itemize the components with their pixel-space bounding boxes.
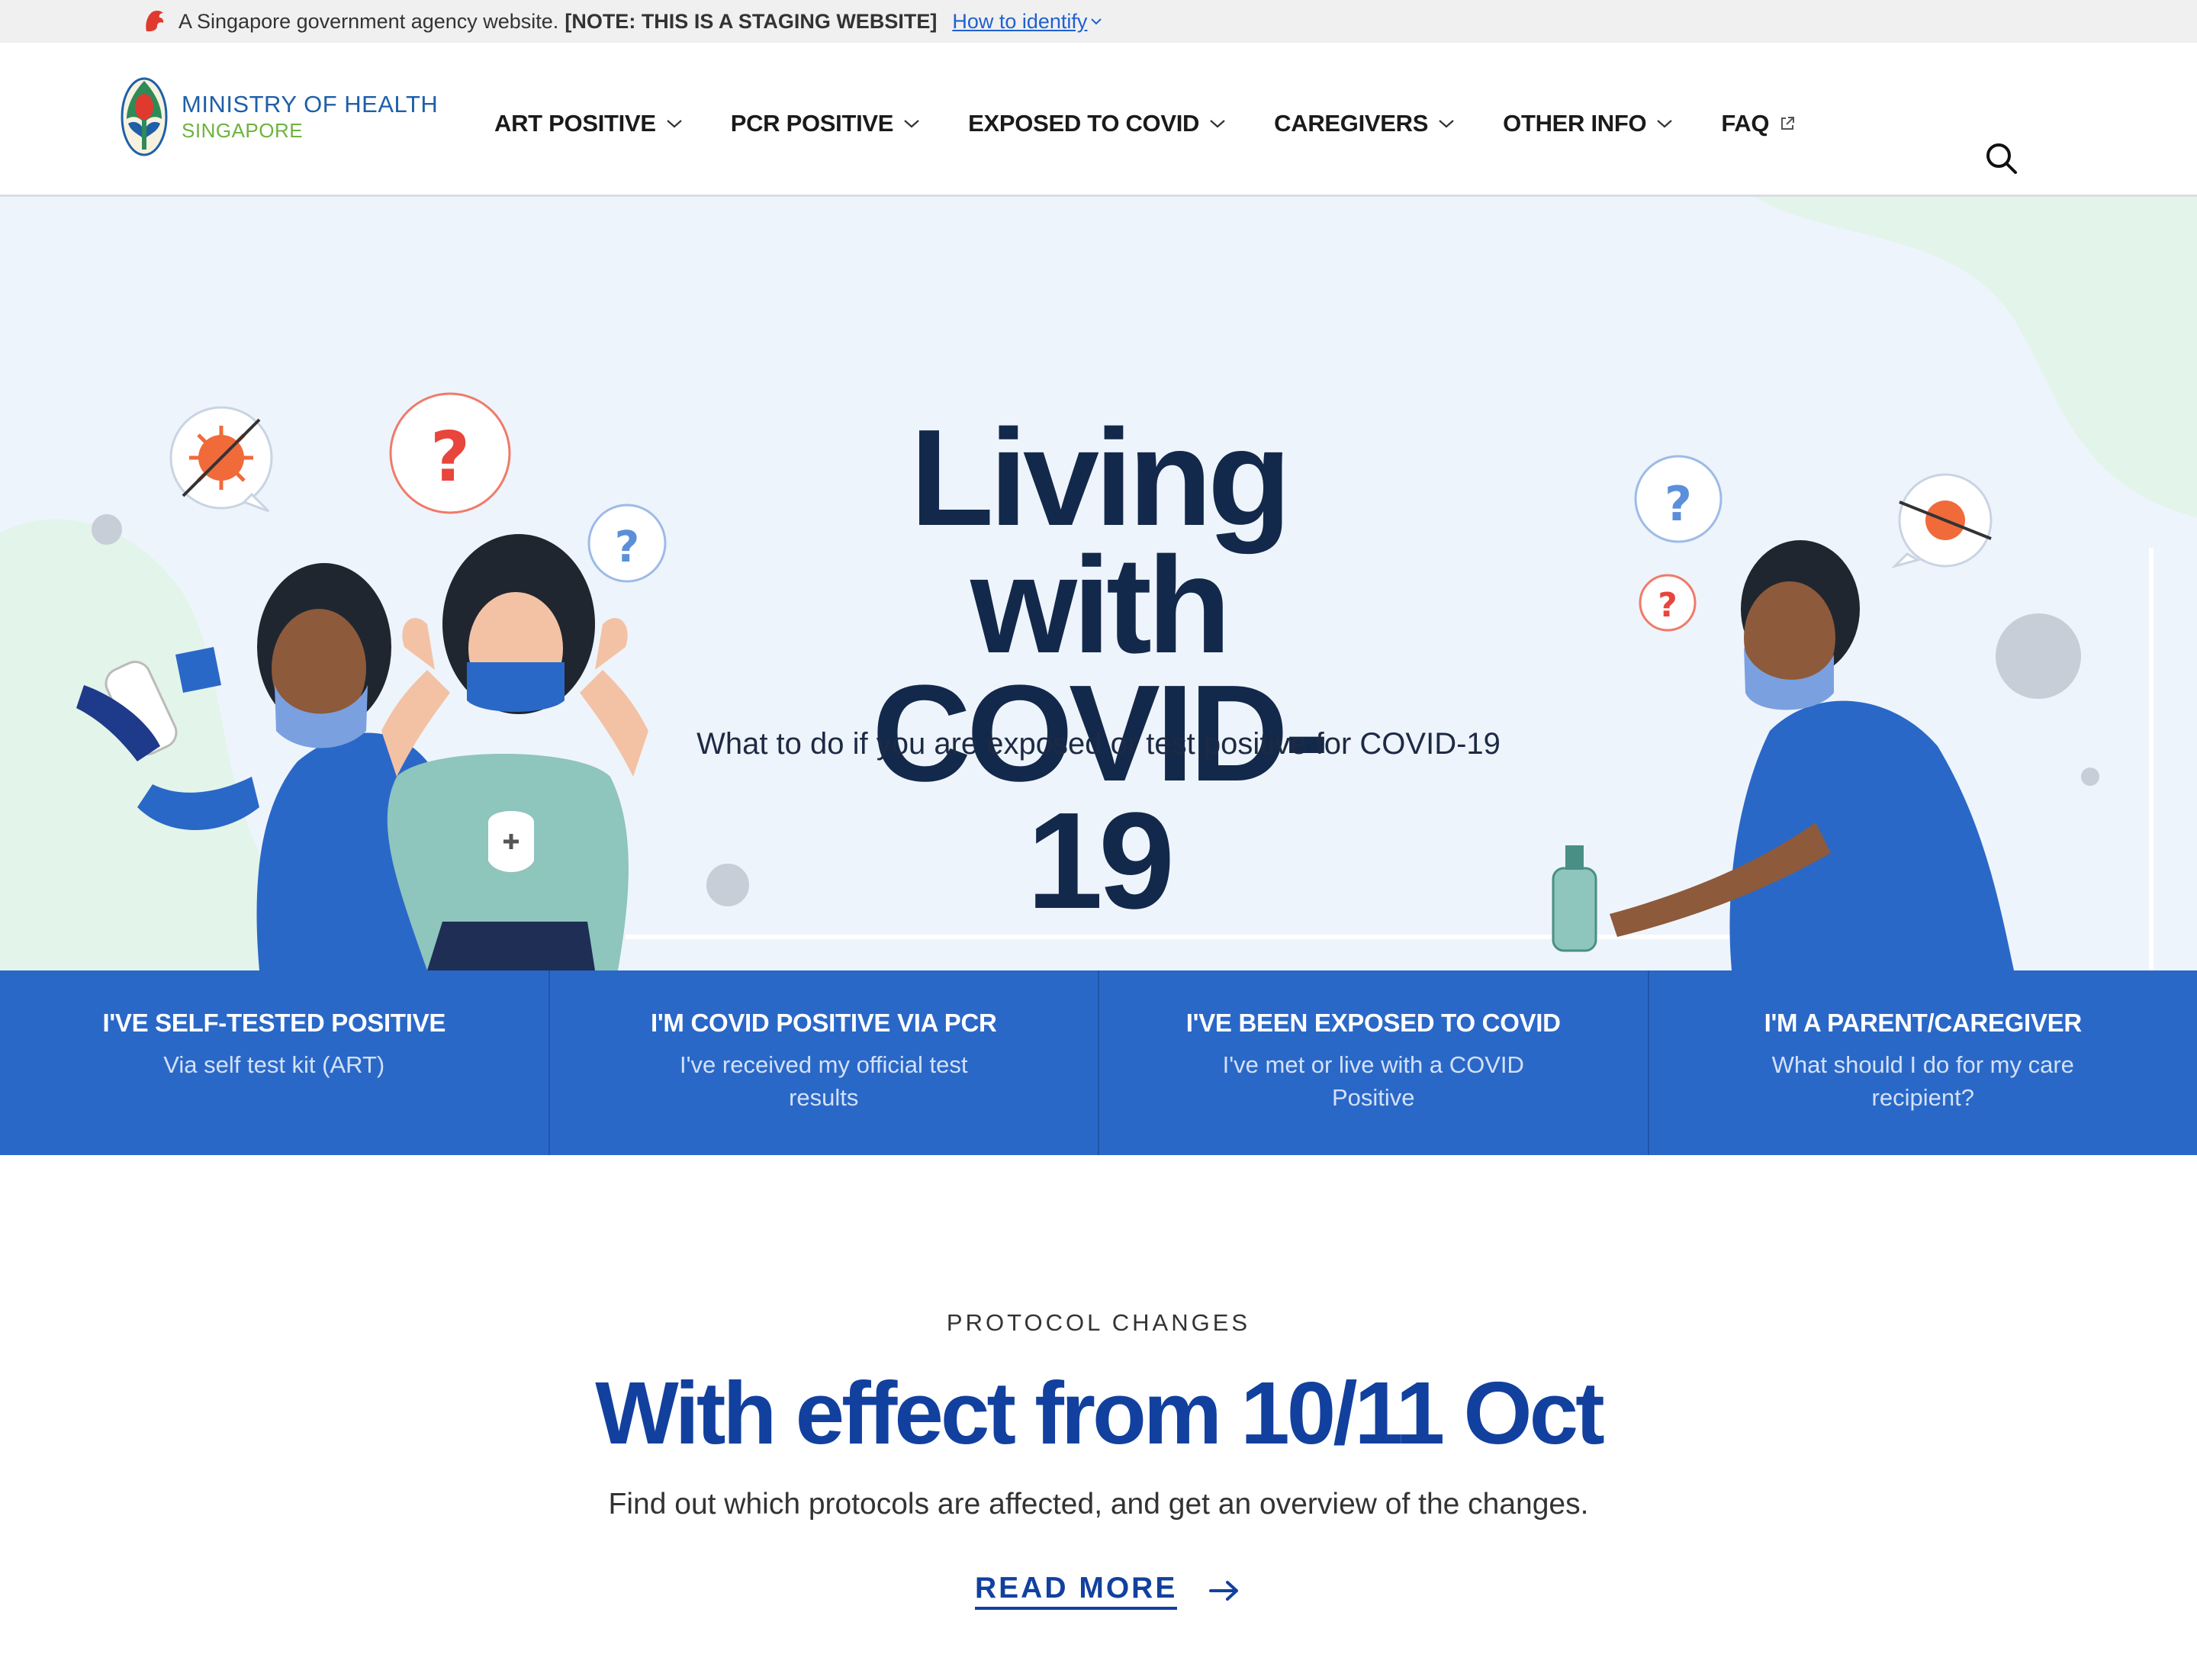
nav-other-info-label: OTHER INFO — [1503, 110, 1647, 137]
moh-emblem-icon — [121, 77, 168, 156]
logo-line-1: MINISTRY OF HEALTH — [182, 91, 439, 118]
card-subtitle: I've met or live with a COVID Positive — [1222, 1051, 1524, 1112]
moh-logo[interactable]: MINISTRY OF HEALTH SINGAPORE — [121, 76, 438, 157]
question-bubble-icon: ? — [1634, 455, 1723, 543]
site-header: MINISTRY OF HEALTH SINGAPORE ART POSITIV… — [0, 43, 2197, 197]
chevron-down-icon — [1091, 18, 1102, 25]
nav-pcr-positive-label: PCR POSITIVE — [730, 110, 894, 137]
nav-exposed-to-covid-label: EXPOSED TO COVID — [968, 110, 1200, 137]
nav-faq-label: FAQ — [1721, 110, 1770, 137]
card-title: I'VE SELF-TESTED POSITIVE — [102, 1009, 446, 1037]
nav-faq[interactable]: FAQ — [1721, 110, 1797, 137]
chevron-down-icon — [904, 120, 919, 128]
card-exposed-to-covid[interactable]: I'VE BEEN EXPOSED TO COVID I've met or l… — [1099, 970, 1649, 1155]
card-title: I'M COVID POSITIVE VIA PCR — [650, 1009, 997, 1037]
nav-caregivers[interactable]: CAREGIVERS — [1274, 110, 1456, 137]
card-parent-caregiver[interactable]: I'M A PARENT/CAREGIVER What should I do … — [1649, 970, 2197, 1155]
search-icon[interactable] — [1983, 140, 2022, 179]
card-title: I'M A PARENT/CAREGIVER — [1764, 1009, 2083, 1037]
svg-text:?: ? — [1658, 586, 1678, 625]
government-masthead: A Singapore government agency website. [… — [0, 0, 2197, 43]
svg-text:?: ? — [430, 417, 470, 497]
read-more-link[interactable]: READ MORE — [975, 1572, 1240, 1610]
woman-with-mask-illustration — [381, 534, 648, 970]
masthead-text: A Singapore government agency website. — [179, 9, 559, 33]
chevron-down-icon — [666, 120, 682, 128]
hero-banner: ? ? ? ? Living with COVID-19 What to do … — [0, 197, 2197, 970]
card-title: I'VE BEEN EXPOSED TO COVID — [1185, 1009, 1561, 1037]
hero-title: Living with COVID-19 — [801, 401, 1396, 938]
scenario-cards: I'VE SELF-TESTED POSITIVE Via self test … — [0, 970, 2197, 1155]
man-washing-hands-illustration — [1552, 540, 2014, 970]
how-to-identify-link[interactable]: How to identify — [952, 10, 1102, 34]
card-subtitle: I've received my official test results — [680, 1051, 968, 1112]
question-bubble-icon: ? — [1639, 574, 1697, 632]
nav-pcr-positive[interactable]: PCR POSITIVE — [731, 110, 921, 137]
how-to-identify-label: How to identify — [952, 9, 1088, 33]
card-covid-positive-pcr[interactable]: I'M COVID POSITIVE VIA PCR I've received… — [550, 970, 1099, 1155]
hero-title-line-1: Living with — [910, 401, 1292, 683]
chevron-down-icon — [1657, 120, 1673, 128]
staging-note: [NOTE: THIS IS A STAGING WEBSITE] — [565, 9, 938, 33]
singapore-lion-icon — [146, 11, 164, 32]
hero-title-line-2: COVID-19 — [872, 656, 1330, 938]
chevron-down-icon — [1210, 120, 1225, 128]
main-nav: ART POSITIVE PCR POSITIVE EXPOSED TO COV… — [494, 101, 1844, 146]
question-bubble-icon: ? — [587, 504, 667, 583]
logo-line-2: SINGAPORE — [182, 118, 304, 142]
read-more-label: READ MORE — [975, 1572, 1178, 1610]
protocol-title: With effect from 10/11 Oct — [595, 1363, 1605, 1463]
arrow-right-icon — [1209, 1581, 1239, 1601]
protocol-description: Find out which protocols are affected, a… — [608, 1488, 1589, 1521]
card-self-tested-positive[interactable]: I'VE SELF-TESTED POSITIVE Via self test … — [0, 970, 550, 1155]
question-bubble-icon: ? — [389, 392, 511, 514]
svg-text:?: ? — [615, 523, 639, 572]
nav-caregivers-label: CAREGIVERS — [1274, 110, 1429, 137]
external-link-icon — [1781, 117, 1795, 130]
chevron-down-icon — [1439, 120, 1454, 128]
protocol-eyebrow: PROTOCOL CHANGES — [946, 1309, 1251, 1336]
card-subtitle: Via self test kit (ART) — [163, 1051, 385, 1078]
svg-text:?: ? — [1665, 476, 1692, 532]
hero-subtitle: What to do if you are exposed or test po… — [696, 727, 1501, 761]
card-subtitle: What should I do for my care recipient? — [1771, 1051, 2074, 1112]
nav-art-positive-label: ART POSITIVE — [494, 110, 656, 137]
nav-art-positive[interactable]: ART POSITIVE — [494, 110, 684, 137]
nav-exposed-to-covid[interactable]: EXPOSED TO COVID — [968, 110, 1227, 137]
crossed-virus-bubble-icon — [1890, 473, 1993, 568]
crossed-virus-bubble-icon — [169, 406, 273, 513]
nav-other-info[interactable]: OTHER INFO — [1503, 110, 1674, 137]
